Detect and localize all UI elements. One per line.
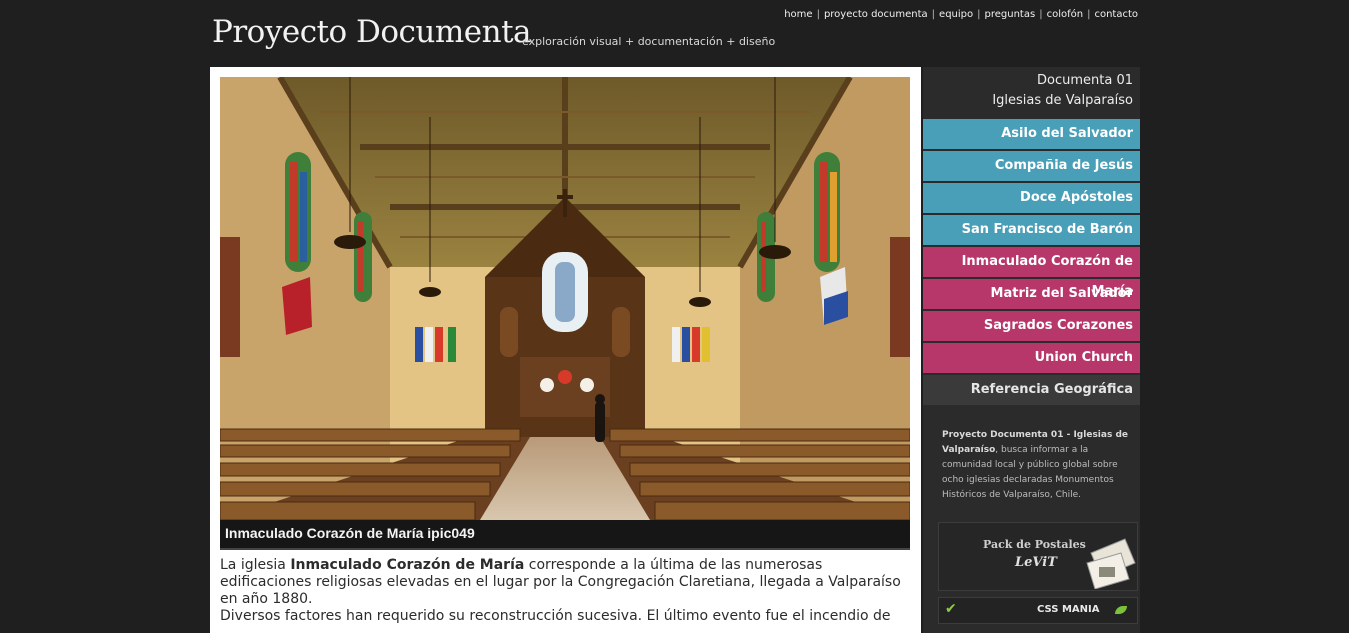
site-tagline: exploración visual + documentación + dis… bbox=[522, 35, 776, 48]
nav-equipo[interactable]: equipo bbox=[939, 9, 973, 20]
sidebar-heading: Documenta 01 Iglesias de Valparaíso bbox=[992, 71, 1133, 111]
menu-item-matriz-del-salvador[interactable]: Matriz del Salvador bbox=[923, 279, 1140, 309]
postcard-pack-banner[interactable]: Pack de Postales LeViT bbox=[938, 522, 1138, 591]
nav-separator: | bbox=[1039, 9, 1043, 20]
main-content: Inmaculado Corazón de María ipic049 La i… bbox=[210, 67, 921, 633]
promo-title: Pack de Postales bbox=[983, 538, 1086, 551]
page-wrapper: Proyecto Documenta exploración visual + … bbox=[210, 0, 1140, 633]
nav-home[interactable]: home bbox=[784, 9, 812, 20]
nav-separator: | bbox=[1087, 9, 1091, 20]
nav-separator: | bbox=[816, 9, 820, 20]
site-logo[interactable]: Proyecto Documenta bbox=[212, 14, 532, 50]
church-interior-photo[interactable] bbox=[220, 77, 910, 520]
intro-text-start: La iglesia bbox=[220, 557, 291, 573]
promo-brand: LeViT bbox=[1015, 555, 1057, 570]
nav-separator: | bbox=[977, 9, 981, 20]
menu-item-sagrados-corazones[interactable]: Sagrados Corazones bbox=[923, 311, 1140, 341]
nav-proyecto-documenta[interactable]: proyecto documenta bbox=[824, 9, 928, 20]
article-paragraph-2: Diversos factores han requerido su recon… bbox=[220, 608, 891, 624]
church-menu: Asilo del Salvador Compañia de Jesús Doc… bbox=[923, 119, 1140, 407]
sidebar: Documenta 01 Iglesias de Valparaíso Asil… bbox=[923, 67, 1140, 633]
menu-item-inmaculado-corazon[interactable]: Inmaculado Corazón de María bbox=[923, 247, 1140, 299]
checkmark-icon: ✔ bbox=[945, 601, 957, 617]
nav-separator: | bbox=[931, 9, 936, 20]
photo-caption-bar: Inmaculado Corazón de María ipic049 bbox=[220, 520, 910, 550]
leaf-icon bbox=[1115, 606, 1127, 614]
menu-item-san-francisco-de-baron[interactable]: San Francisco de Barón bbox=[923, 215, 1140, 245]
menu-item-union-church[interactable]: Union Church bbox=[923, 343, 1140, 373]
css-mania-badge[interactable]: ✔ CSS MANIA bbox=[938, 597, 1138, 624]
sidebar-heading-series: Documenta 01 bbox=[1037, 73, 1133, 88]
church-interior-illustration bbox=[220, 77, 910, 520]
postcards-icon bbox=[1086, 538, 1136, 589]
nav-colofon[interactable]: colofón bbox=[1047, 9, 1084, 20]
top-navigation: home | proyecto documenta | equipo | preguntas… bbox=[784, 9, 1138, 20]
article-body: La iglesia Inmaculado Corazón de María c… bbox=[220, 557, 912, 625]
menu-item-asilo-del-salvador[interactable]: Asilo del Salvador bbox=[923, 119, 1140, 149]
menu-item-doce-apostoles[interactable]: Doce Apóstoles bbox=[923, 183, 1140, 213]
menu-item-compania-de-jesus[interactable]: Compañia de Jesús bbox=[923, 151, 1140, 181]
css-mania-label: CSS MANIA bbox=[1037, 604, 1100, 615]
nav-contacto[interactable]: contacto bbox=[1094, 9, 1138, 20]
photo-caption: Inmaculado Corazón de María ipic049 bbox=[225, 525, 475, 541]
sidebar-heading-title: Iglesias de Valparaíso bbox=[992, 93, 1133, 108]
church-name-bold: Inmaculado Corazón de María bbox=[290, 557, 525, 573]
project-description: Proyecto Documenta 01 - Iglesias de Valp… bbox=[942, 428, 1132, 503]
menu-item-referencia-geografica[interactable]: Referencia Geográfica bbox=[923, 375, 1140, 405]
nav-preguntas[interactable]: preguntas bbox=[985, 9, 1036, 20]
article-paragraph-1: La iglesia Inmaculado Corazón de María c… bbox=[220, 557, 912, 608]
